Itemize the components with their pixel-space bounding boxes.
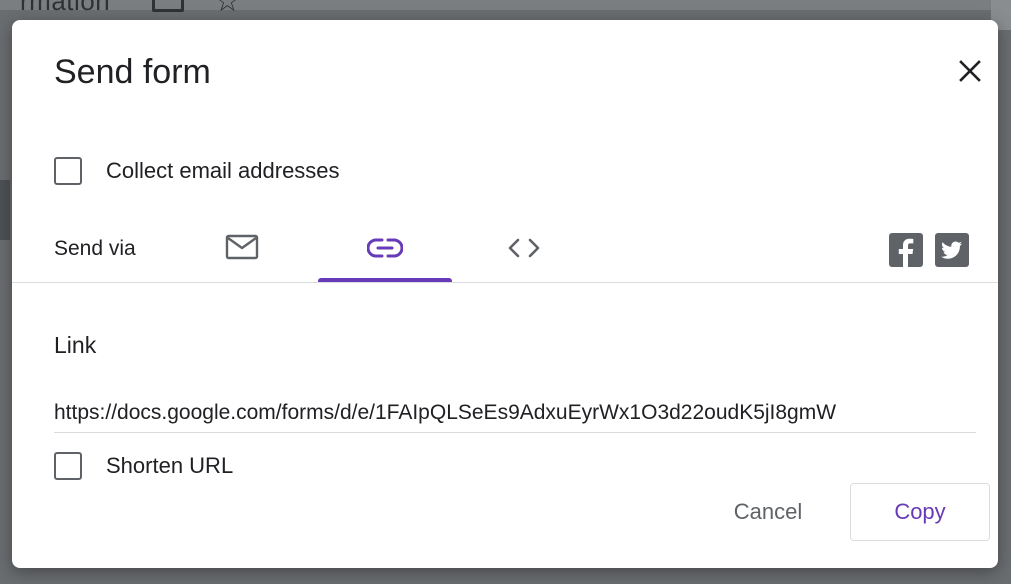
backdrop-edge <box>0 180 10 240</box>
code-icon <box>508 238 540 258</box>
email-icon <box>225 234 259 260</box>
tab-email[interactable] <box>175 216 309 282</box>
send-via-label: Send via <box>54 237 136 260</box>
collect-email-checkbox[interactable] <box>54 157 82 185</box>
close-icon <box>959 60 981 82</box>
backdrop-title-fragment: rmation <box>20 0 111 16</box>
tab-link[interactable] <box>318 216 452 282</box>
share-facebook-button[interactable] <box>889 233 923 267</box>
dialog-title: Send form <box>54 53 211 91</box>
folder-icon <box>152 0 184 12</box>
cancel-button[interactable]: Cancel <box>710 483 826 541</box>
tabs-divider <box>12 282 998 283</box>
collect-email-label: Collect email addresses <box>106 158 340 183</box>
copy-button[interactable]: Copy <box>850 483 990 541</box>
twitter-icon <box>941 241 962 259</box>
share-twitter-button[interactable] <box>935 233 969 267</box>
shorten-url-label: Shorten URL <box>106 453 234 478</box>
link-url-field[interactable] <box>54 394 976 433</box>
link-icon <box>367 238 403 258</box>
tab-embed-html[interactable] <box>457 216 591 282</box>
star-icon: ☆ <box>214 0 241 18</box>
link-section-label: Link <box>54 332 97 358</box>
facebook-icon <box>898 238 914 267</box>
shorten-url-checkbox[interactable] <box>54 452 82 480</box>
close-button[interactable] <box>952 53 988 89</box>
send-form-dialog: Send form Collect email addresses Send v… <box>12 20 998 568</box>
